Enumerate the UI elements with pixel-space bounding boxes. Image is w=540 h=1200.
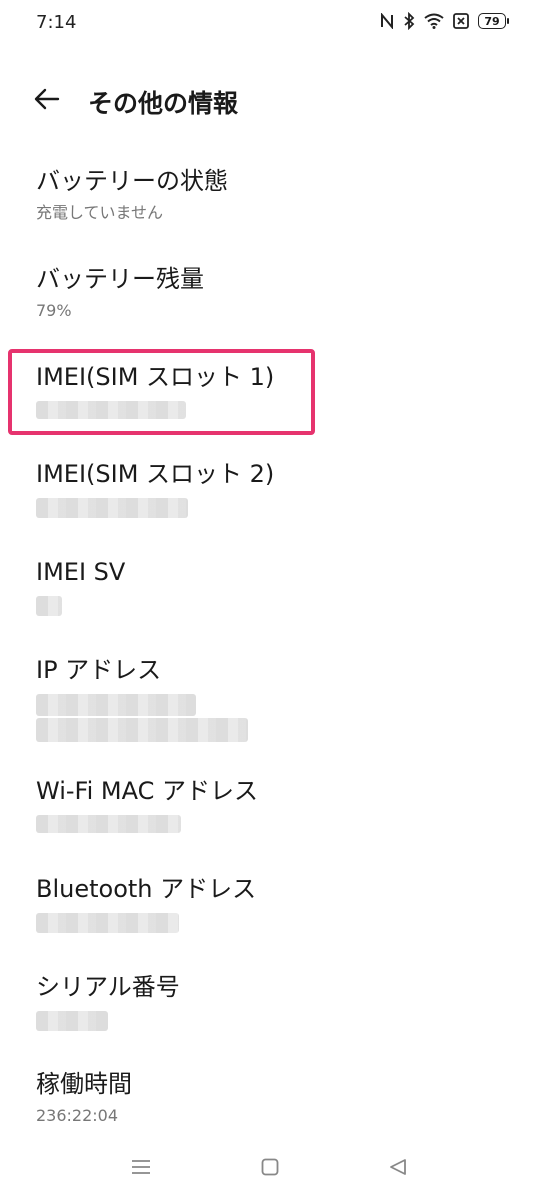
- list-item-bluetooth-address[interactable]: Bluetooth アドレス: [36, 873, 506, 933]
- list-item-imei-slot1[interactable]: IMEI(SIM スロット 1): [36, 361, 506, 419]
- blurred-value: [36, 596, 62, 616]
- blurred-value: [36, 913, 179, 933]
- arrow-left-icon: [34, 88, 60, 114]
- item-value: 充電していません: [36, 203, 164, 222]
- back-button[interactable]: [30, 84, 64, 118]
- list-item-battery-level[interactable]: バッテリー残量 79%: [36, 263, 506, 321]
- item-title: Bluetooth アドレス: [36, 875, 257, 903]
- home-button[interactable]: [250, 1152, 290, 1186]
- home-icon: [261, 1158, 279, 1180]
- item-title: IP アドレス: [36, 656, 162, 684]
- menu-icon: [131, 1159, 151, 1179]
- no-sim-icon: [453, 13, 469, 29]
- item-title: IMEI SV: [36, 558, 126, 586]
- status-icons: 79: [380, 12, 509, 30]
- item-title: シリアル番号: [36, 973, 180, 1001]
- list-item-ip-address[interactable]: IP アドレス: [36, 654, 506, 742]
- nfc-icon: [380, 13, 394, 29]
- list-item-serial-number[interactable]: シリアル番号: [36, 971, 506, 1031]
- status-bar: 7:14 79: [0, 0, 540, 46]
- back-nav-button[interactable]: [378, 1152, 418, 1186]
- item-title: バッテリー残量: [36, 265, 204, 293]
- header: その他の情報: [0, 76, 540, 126]
- item-title: 稼働時間: [36, 1070, 132, 1098]
- item-title: Wi-Fi MAC アドレス: [36, 777, 258, 805]
- list-item-wifi-mac[interactable]: Wi-Fi MAC アドレス: [36, 775, 506, 833]
- item-title: IMEI(SIM スロット 1): [36, 363, 275, 391]
- bluetooth-icon: [403, 12, 415, 30]
- menu-button[interactable]: [121, 1152, 161, 1186]
- item-title: IMEI(SIM スロット 2): [36, 460, 275, 488]
- list-item-imei-sv[interactable]: IMEI SV: [36, 556, 506, 616]
- list-item-uptime[interactable]: 稼働時間 236:22:04: [36, 1068, 506, 1126]
- status-time: 7:14: [36, 12, 77, 33]
- item-value: 236:22:04: [36, 1106, 119, 1125]
- blurred-value: [36, 815, 181, 833]
- wifi-icon: [424, 13, 444, 29]
- back-triangle-icon: [389, 1158, 407, 1180]
- list-item-battery-status[interactable]: バッテリーの状態 充電していません: [36, 165, 506, 223]
- item-title: バッテリーの状態: [36, 167, 228, 195]
- blurred-value: [36, 1011, 108, 1031]
- page-title: その他の情報: [88, 89, 239, 118]
- item-value: 79%: [36, 301, 72, 320]
- list-item-imei-slot2[interactable]: IMEI(SIM スロット 2): [36, 458, 506, 518]
- battery-icon: 79: [478, 13, 509, 29]
- blurred-value: [36, 401, 186, 419]
- navigation-bar: [0, 1138, 540, 1200]
- blurred-value-line1: [36, 694, 196, 716]
- blurred-value: [36, 498, 188, 518]
- blurred-value-line2: [36, 718, 248, 742]
